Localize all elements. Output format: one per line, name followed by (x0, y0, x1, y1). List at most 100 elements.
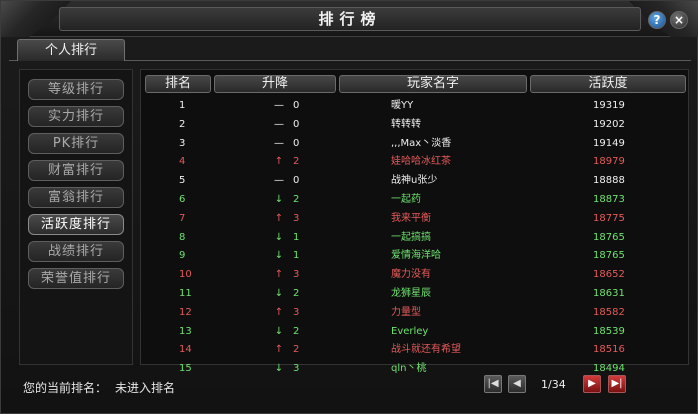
window-title: 排行榜 (318, 10, 382, 28)
player-name-cell: 魔力没有 (391, 269, 431, 281)
sidebar-item-honor[interactable]: 荣誉值排行 (28, 268, 124, 289)
rank-cell: 15 (179, 363, 192, 375)
change-amount-cell: 0 (293, 118, 300, 130)
change-arrow-icon: ↑ (274, 344, 284, 356)
next-page-button[interactable]: ▶ (583, 375, 601, 393)
table-row[interactable]: 1 — 0 暖YY 19319 (141, 97, 690, 115)
activity-cell: 18765 (593, 231, 625, 243)
sidebar-item-wealth[interactable]: 财富排行 (28, 160, 124, 181)
column-header-player-name[interactable]: 玩家名字 (339, 75, 527, 93)
sidebar-item-tycoon[interactable]: 富翁排行 (28, 187, 124, 208)
table-row[interactable]: 10 ↑ 3 魔力没有 18652 (141, 266, 690, 284)
change-arrow-icon: — (274, 137, 284, 149)
table-row[interactable]: 14 ↑ 2 战斗就还有希望 18516 (141, 341, 690, 359)
table-row[interactable]: 3 — 0 ,,,Max丶淡香 19149 (141, 135, 690, 153)
player-name-cell: 暖YY (391, 100, 414, 111)
activity-cell: 19202 (593, 118, 625, 130)
change-amount-cell: 3 (293, 306, 300, 318)
table-row[interactable]: 13 ↓ 2 Everley 18539 (141, 323, 690, 341)
rank-cell: 2 (179, 118, 186, 130)
sidebar-item-activity[interactable]: 活跃度排行 (28, 214, 124, 235)
table-row[interactable]: 2 — 0 转转转 19202 (141, 116, 690, 134)
sidebar-item-level[interactable]: 等级排行 (28, 79, 124, 100)
rank-cell: 1 (179, 100, 186, 111)
table-row[interactable]: 12 ↑ 3 力量型 18582 (141, 304, 690, 322)
change-amount-cell: 3 (293, 269, 300, 281)
player-name-cell: qln丶桃 (391, 363, 427, 375)
rank-cell: 5 (179, 175, 186, 187)
change-arrow-icon: ↑ (274, 269, 284, 281)
activity-cell: 18582 (593, 306, 625, 318)
change-amount-cell: 2 (293, 325, 300, 337)
change-amount-cell: 1 (293, 231, 300, 243)
activity-cell: 18765 (593, 250, 625, 262)
player-name-cell: 战斗就还有希望 (391, 344, 461, 356)
rank-cell: 6 (179, 194, 186, 205)
rank-cell: 7 (179, 212, 186, 224)
rank-cell: 14 (179, 344, 192, 356)
change-arrow-icon: ↑ (274, 306, 284, 318)
sidebar-item-battle-record[interactable]: 战绩排行 (28, 241, 124, 262)
change-arrow-icon: ↓ (274, 288, 284, 299)
table-row[interactable]: 6 ↓ 2 一起药 18873 (141, 191, 690, 209)
ranking-category-sidebar: 等级排行 实力排行 PK排行 财富排行 富翁排行 活跃度排行 战绩排行 荣誉值排… (19, 69, 133, 365)
player-name-cell: Everley (391, 325, 429, 337)
rank-cell: 12 (179, 306, 192, 318)
activity-cell: 18539 (593, 325, 625, 337)
table-row[interactable]: 11 ↓ 2 龙狮星辰 18631 (141, 285, 690, 303)
player-name-cell: 娃哈哈冰红茶 (391, 156, 451, 168)
change-amount-cell: 3 (293, 363, 300, 375)
change-arrow-icon: ↓ (274, 194, 284, 205)
rank-cell: 10 (179, 269, 192, 281)
change-amount-cell: 0 (293, 100, 300, 111)
tab-bar: 个人排行 (9, 37, 691, 61)
close-button[interactable]: × (670, 11, 688, 29)
activity-cell: 18652 (593, 269, 625, 281)
rank-cell: 13 (179, 325, 192, 337)
player-name-cell: 爱情海洋哈 (391, 250, 441, 262)
activity-cell: 18775 (593, 212, 625, 224)
column-header-rank[interactable]: 排名 (145, 75, 211, 93)
change-arrow-icon: — (274, 118, 284, 130)
table-row[interactable]: 4 ↑ 2 娃哈哈冰红茶 18979 (141, 153, 690, 171)
activity-cell: 18873 (593, 194, 625, 205)
table-row[interactable]: 8 ↓ 1 一起搞搞 18765 (141, 229, 690, 247)
player-name-cell: 龙狮星辰 (391, 288, 431, 299)
rank-cell: 8 (179, 231, 186, 243)
rank-cell: 4 (179, 156, 186, 168)
activity-cell: 19149 (593, 137, 625, 149)
title-bar[interactable]: 排行榜 ? × (1, 1, 698, 37)
column-header-activity[interactable]: 活跃度 (530, 75, 686, 93)
activity-cell: 18631 (593, 288, 625, 299)
change-amount-cell: 3 (293, 212, 300, 224)
change-arrow-icon: ↑ (274, 156, 284, 168)
change-arrow-icon: ↓ (274, 325, 284, 337)
table-row[interactable]: 9 ↓ 1 爱情海洋哈 18765 (141, 247, 690, 265)
rank-cell: 3 (179, 137, 186, 149)
first-page-button[interactable]: |◀ (484, 375, 502, 393)
activity-cell: 19319 (593, 100, 625, 111)
change-amount-cell: 2 (293, 194, 300, 205)
sidebar-item-strength[interactable]: 实力排行 (28, 106, 124, 127)
player-name-cell: ,,,Max丶淡香 (391, 137, 452, 149)
player-name-cell: 力量型 (391, 306, 421, 318)
player-name-cell: 一起药 (391, 194, 421, 205)
change-amount-cell: 2 (293, 156, 300, 168)
current-rank-value: 未进入排名 (115, 381, 176, 395)
change-arrow-icon: — (274, 100, 284, 111)
help-button[interactable]: ? (648, 11, 666, 29)
prev-page-button[interactable]: ◀ (508, 375, 526, 393)
rank-cell: 9 (179, 250, 186, 262)
tab-personal-ranking[interactable]: 个人排行 (17, 39, 125, 61)
change-arrow-icon: ↓ (274, 250, 284, 262)
column-header-change[interactable]: 升降 (214, 75, 336, 93)
player-name-cell: 一起搞搞 (391, 231, 431, 243)
last-page-button[interactable]: ▶| (608, 375, 626, 393)
sidebar-item-pk[interactable]: PK排行 (28, 133, 124, 154)
activity-cell: 18516 (593, 344, 625, 356)
table-row[interactable]: 7 ↑ 3 我来平衡 18775 (141, 210, 690, 228)
change-amount-cell: 2 (293, 288, 300, 299)
ranking-window: 排行榜 ? × 个人排行 等级排行 实力排行 PK排行 财富排行 富翁排行 活跃… (0, 0, 698, 414)
change-arrow-icon: ↓ (274, 231, 284, 243)
table-row[interactable]: 5 — 0 战神u张少 18888 (141, 172, 690, 190)
